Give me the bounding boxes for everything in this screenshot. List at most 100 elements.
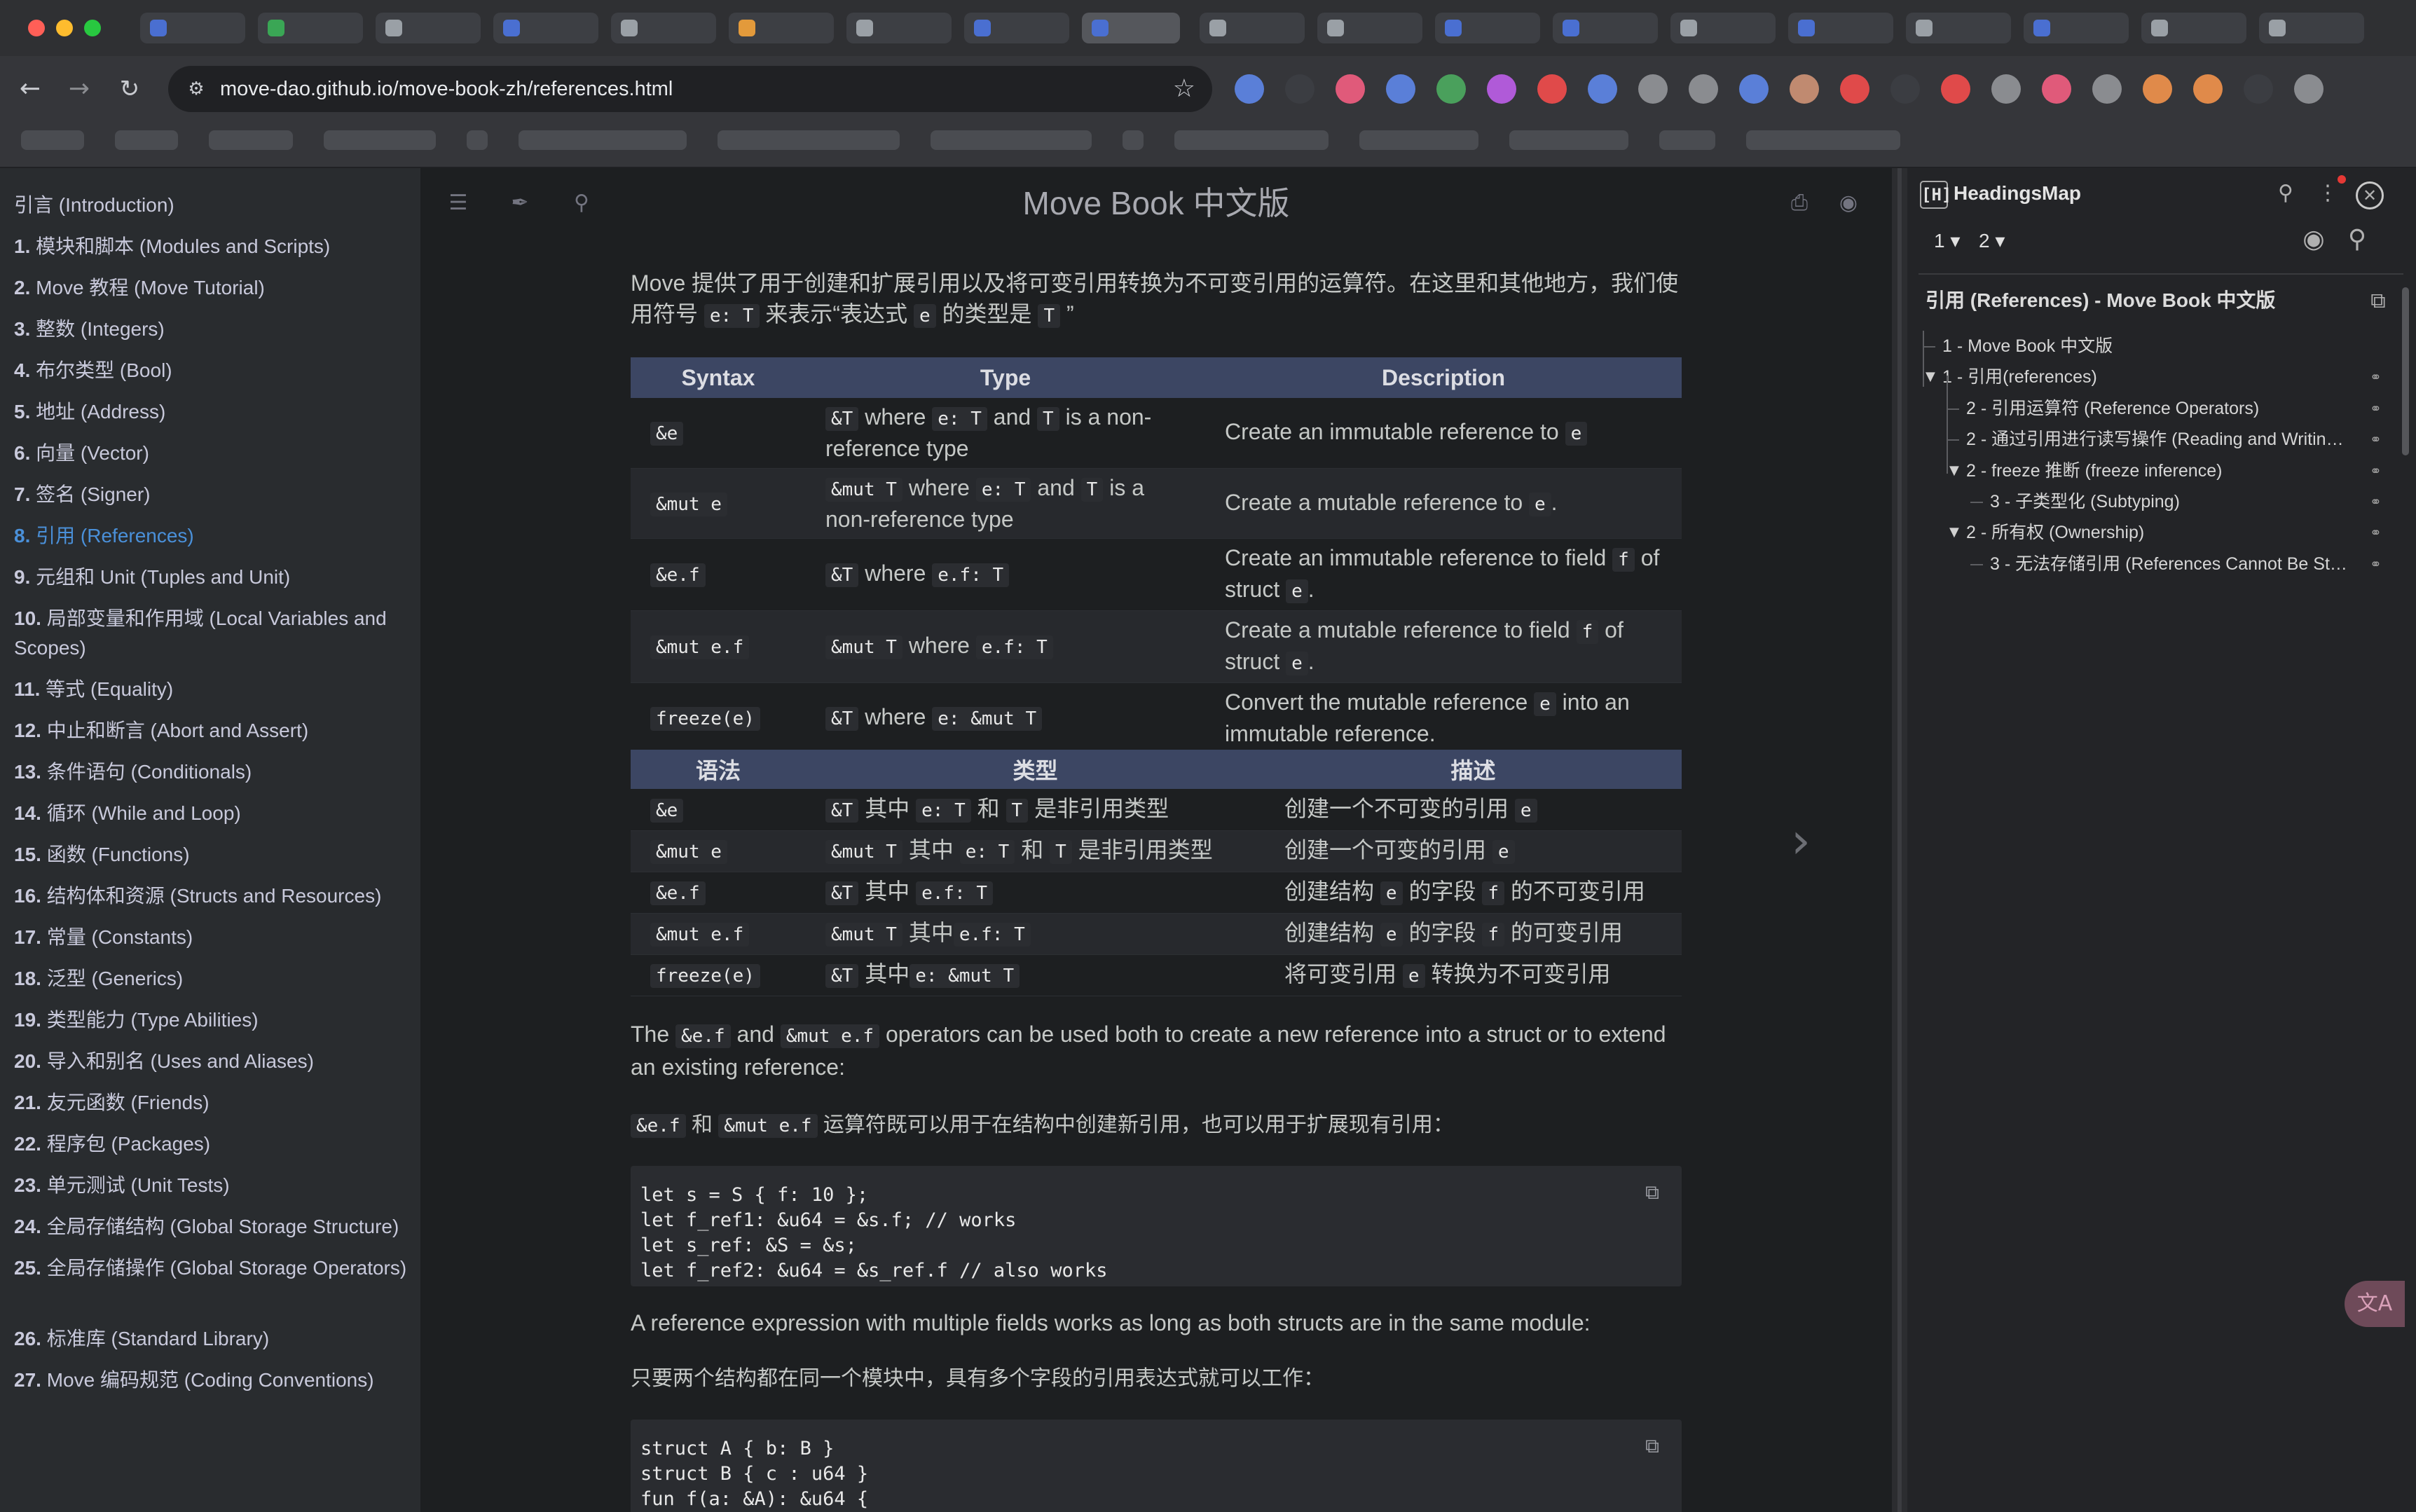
extension-icon[interactable]	[1991, 74, 2021, 104]
minimize-window-button[interactable]	[56, 20, 73, 36]
bookmark-item[interactable]	[519, 130, 687, 150]
browser-tab[interactable]	[846, 13, 952, 43]
browser-tab[interactable]	[1906, 13, 2011, 43]
extension-icon[interactable]	[2042, 74, 2071, 104]
toc-item[interactable]: 23. 单元测试 (Unit Tests)	[14, 1171, 410, 1200]
copy-icon[interactable]: ⧉	[1640, 1180, 1665, 1205]
maximize-window-button[interactable]	[84, 20, 101, 36]
translate-icon[interactable]: 文A	[2345, 1281, 2405, 1327]
toc-item[interactable]: 2. Move 教程 (Move Tutorial)	[14, 273, 410, 303]
extension-icon[interactable]	[1588, 74, 1617, 104]
browser-tab[interactable]	[1553, 13, 1658, 43]
toc-item[interactable]: 6. 向量 (Vector)	[14, 439, 410, 468]
forward-icon[interactable]: →	[60, 70, 98, 108]
browser-tab[interactable]	[2259, 13, 2364, 43]
browser-tab[interactable]	[611, 13, 716, 43]
extension-icon[interactable]	[1537, 74, 1567, 104]
copy-icon[interactable]: ⧉	[1640, 1434, 1665, 1459]
close-icon[interactable]: ✕	[2356, 181, 2384, 209]
toc-item[interactable]: 25. 全局存储操作 (Global Storage Operators)	[14, 1253, 410, 1283]
extension-icon[interactable]	[1285, 74, 1315, 104]
bookmark-item[interactable]	[1509, 130, 1628, 150]
bookmark-item[interactable]	[1659, 130, 1715, 150]
browser-tab[interactable]	[1082, 13, 1180, 43]
extension-icon[interactable]	[2244, 74, 2273, 104]
heading-item[interactable]: 3 - 无法存储引用 (References Cannot Be Stored)	[1990, 549, 2350, 579]
toc-item[interactable]: 24. 全局存储结构 (Global Storage Structure)	[14, 1212, 410, 1242]
extension-icon[interactable]	[2143, 74, 2172, 104]
toc-item[interactable]: 5. 地址 (Address)	[14, 397, 410, 427]
extension-icon[interactable]	[1386, 74, 1415, 104]
collapse-toggle-icon[interactable]: ▼	[1949, 517, 1959, 548]
browser-tab[interactable]	[2024, 13, 2129, 43]
toc-item[interactable]: 21. 友元函数 (Friends)	[14, 1088, 410, 1118]
toc-item[interactable]: 26. 标准库 (Standard Library)	[14, 1324, 410, 1354]
toc-item[interactable]: 7. 签名 (Signer)	[14, 480, 410, 509]
heading-item[interactable]: 2 - 引用运算符 (Reference Operators)	[1966, 393, 2350, 424]
extension-icon[interactable]	[1638, 74, 1668, 104]
bookmark-item[interactable]	[1746, 130, 1900, 150]
toc-item[interactable]: 引言 (Introduction)	[14, 191, 410, 220]
extension-icon[interactable]	[2092, 74, 2122, 104]
panel-divider[interactable]	[1892, 168, 1907, 1512]
document-title[interactable]: 引用 (References) - Move Book 中文版	[1926, 284, 2374, 317]
toc-item[interactable]: 3. 整数 (Integers)	[14, 315, 410, 344]
collapse-toggle-icon[interactable]: ▼	[1949, 455, 1959, 486]
heading-item[interactable]: 1 - 引用(references)	[1942, 362, 2350, 392]
browser-tab[interactable]	[376, 13, 481, 43]
extension-icon[interactable]	[1890, 74, 1920, 104]
pin-icon[interactable]: ⚲	[2272, 179, 2300, 207]
browser-tab[interactable]	[1788, 13, 1893, 43]
reload-icon[interactable]: ↻	[111, 70, 149, 108]
heading-item[interactable]: 2 - freeze 推断 (freeze inference)	[1966, 455, 2350, 486]
heading-item[interactable]: 2 - 通过引用进行读写操作 (Reading and Writing Thro…	[1966, 424, 2350, 455]
browser-tab[interactable]	[1670, 13, 1776, 43]
bookmark-item[interactable]	[115, 130, 178, 150]
browser-tab[interactable]	[493, 13, 598, 43]
extension-icon[interactable]	[1739, 74, 1769, 104]
browser-tab[interactable]	[1200, 13, 1305, 43]
link-icon[interactable]: ⚭	[2370, 455, 2382, 486]
toc-item[interactable]: 16. 结构体和资源 (Structs and Resources)	[14, 881, 410, 911]
toc-item[interactable]: 17. 常量 (Constants)	[14, 923, 410, 952]
collapse-toggle-icon[interactable]: ▼	[1926, 362, 1935, 392]
extension-icon[interactable]	[2193, 74, 2223, 104]
link-icon[interactable]: ⚭	[2370, 424, 2382, 455]
toc-item[interactable]: 9. 元组和 Unit (Tuples and Unit)	[14, 563, 410, 592]
toc-item[interactable]: 15. 函数 (Functions)	[14, 840, 410, 870]
toc-item[interactable]: 13. 条件语句 (Conditionals)	[14, 757, 410, 787]
bookmark-item[interactable]	[1174, 130, 1329, 150]
bookmark-item[interactable]	[931, 130, 1092, 150]
close-window-button[interactable]	[28, 20, 45, 36]
toc-item[interactable]: 8. 引用 (References)	[14, 521, 410, 551]
level-to-select[interactable]: 2 ▾	[1979, 227, 2005, 255]
extension-icon[interactable]	[1235, 74, 1264, 104]
extension-icon[interactable]	[1689, 74, 1718, 104]
eye-icon[interactable]: ◉	[2300, 226, 2328, 254]
bookmark-item[interactable]	[1123, 130, 1144, 150]
url-text[interactable]: move-dao.github.io/move-book-zh/referenc…	[220, 66, 673, 112]
link-icon[interactable]: ⚭	[2370, 486, 2382, 517]
browser-tab[interactable]	[1435, 13, 1540, 43]
github-icon[interactable]: ◉	[1834, 189, 1862, 217]
extension-icon[interactable]	[1487, 74, 1516, 104]
heading-item[interactable]: 2 - 所有权 (Ownership)	[1966, 517, 2350, 548]
toc-item[interactable]: 20. 导入和别名 (Uses and Aliases)	[14, 1047, 410, 1076]
site-info-icon[interactable]: ⚙	[185, 78, 207, 100]
toc-item[interactable]: 11. 等式 (Equality)	[14, 675, 410, 704]
extension-icon[interactable]	[1790, 74, 1819, 104]
bookmark-item[interactable]	[209, 130, 293, 150]
browser-tab[interactable]	[140, 13, 245, 43]
link-icon[interactable]: ⚭	[2370, 393, 2382, 424]
heading-item[interactable]: 1 - Move Book 中文版	[1942, 331, 2350, 362]
extension-icon[interactable]	[1941, 74, 1970, 104]
extension-icon[interactable]	[1840, 74, 1869, 104]
bookmark-item[interactable]	[467, 130, 488, 150]
copy-icon[interactable]: ⧉	[2364, 287, 2392, 315]
toc-item[interactable]: 1. 模块和脚本 (Modules and Scripts)	[14, 232, 410, 261]
bookmark-star-icon[interactable]: ☆	[1173, 66, 1195, 112]
toc-item[interactable]: 14. 循环 (While and Loop)	[14, 799, 410, 828]
browser-tab[interactable]	[258, 13, 363, 43]
browser-tab[interactable]	[729, 13, 834, 43]
bookmark-item[interactable]	[21, 130, 84, 150]
